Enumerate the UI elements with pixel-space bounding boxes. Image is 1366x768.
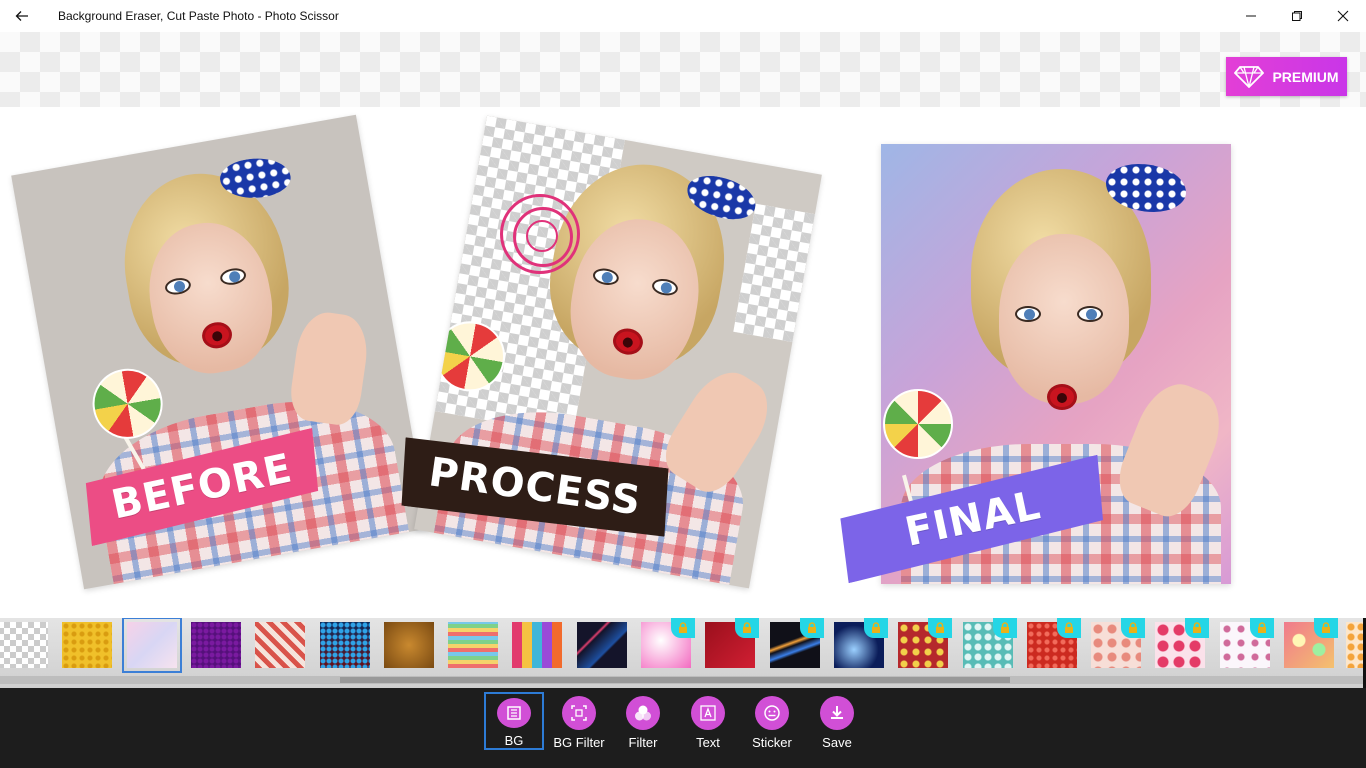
background-thumb-brown-texture[interactable] — [384, 622, 434, 668]
background-thumb-yellow-pattern[interactable] — [62, 622, 112, 668]
image-filter-icon — [562, 696, 596, 730]
toolbar-filter-button[interactable]: Filter — [613, 692, 673, 750]
transparency-checker — [0, 32, 1366, 107]
lock-icon — [993, 618, 1017, 638]
diamond-icon — [1234, 65, 1265, 88]
background-picker[interactable] — [0, 618, 1366, 688]
background-thumb-red-geometric[interactable] — [255, 622, 305, 668]
background-thumb-red-dots[interactable] — [1027, 618, 1081, 668]
background-thumb-color-pixels[interactable] — [512, 622, 562, 668]
preview-canvas: PREMIUM BEFORE PROCESS FINAL — [0, 32, 1366, 618]
premium-label: PREMIUM — [1272, 68, 1339, 85]
back-button[interactable] — [0, 0, 44, 32]
text-frame-icon — [691, 696, 725, 730]
lock-icon — [1185, 618, 1209, 638]
toolbar-label: Text — [696, 735, 720, 750]
background-thumb-pastel-watercolor[interactable] — [122, 618, 182, 673]
background-thumb-pink-light[interactable] — [641, 618, 695, 668]
scrollbar-thumb[interactable] — [340, 677, 1010, 683]
background-thumb-light-trails[interactable] — [770, 618, 824, 668]
download-icon — [820, 696, 854, 730]
smiley-icon — [755, 696, 789, 730]
bottom-toolbar: BG BG Filter Filter Text Sticker Save — [0, 688, 1366, 768]
minimize-icon — [1246, 15, 1256, 17]
title-bar: Background Eraser, Cut Paste Photo - Pho… — [0, 0, 1366, 32]
background-thumb-paisley[interactable] — [898, 618, 952, 668]
background-thumb-bokeh[interactable] — [1284, 618, 1338, 668]
background-thumb-transparent[interactable] — [0, 622, 48, 668]
app-window: Background Eraser, Cut Paste Photo - Pho… — [0, 0, 1366, 768]
toolbar-bg-button[interactable]: BG — [484, 692, 544, 750]
lock-icon — [1314, 618, 1338, 638]
toolbar-label: BG Filter — [553, 735, 605, 750]
restore-button[interactable] — [1274, 0, 1320, 32]
toolbar-text-button[interactable]: Text — [678, 692, 738, 750]
window-controls — [1228, 0, 1366, 32]
close-icon — [1337, 10, 1349, 22]
background-thumb-teal-pattern[interactable] — [963, 618, 1017, 668]
background-thumb-partial[interactable] — [1346, 622, 1364, 668]
toolbar-label: Sticker — [752, 735, 792, 750]
lock-icon — [864, 618, 888, 638]
lock-icon — [1250, 618, 1274, 638]
color-circles-icon — [626, 696, 660, 730]
arrow-left-icon — [15, 11, 28, 21]
background-thumb-dark-streaks[interactable] — [577, 622, 627, 668]
before-photo — [11, 114, 429, 590]
lock-icon — [735, 618, 759, 638]
toolbar-label: BG — [504, 733, 524, 748]
lock-icon — [800, 618, 824, 638]
background-thumb-pink-roses[interactable] — [1155, 618, 1209, 668]
eraser-brush-cursor — [500, 194, 580, 274]
close-button[interactable] — [1320, 0, 1366, 32]
model-figure — [11, 115, 429, 590]
lock-icon — [928, 618, 952, 638]
lock-icon — [1057, 618, 1081, 638]
toolbar-label: Filter — [628, 735, 658, 750]
toolbar-save-button[interactable]: Save — [807, 692, 867, 750]
background-thumb-rainbow-waves[interactable] — [448, 622, 498, 668]
background-thumb-red-velvet[interactable] — [705, 618, 759, 668]
background-thumb-lightning[interactable] — [834, 618, 888, 668]
toolbar-sticker-button[interactable]: Sticker — [742, 692, 802, 750]
minimize-button[interactable] — [1228, 0, 1274, 32]
background-thumb-purple[interactable] — [191, 622, 241, 668]
restore-icon — [1292, 11, 1302, 21]
background-thumb-peach-floral[interactable] — [1091, 618, 1145, 668]
premium-button[interactable]: PREMIUM — [1226, 57, 1347, 96]
background-thumb-white-floral[interactable] — [1220, 618, 1274, 668]
lock-icon — [1121, 618, 1145, 638]
layers-icon — [497, 698, 531, 728]
toolbar-bg-filter-button[interactable]: BG Filter — [549, 692, 609, 750]
lock-icon — [671, 618, 695, 638]
background-thumb-blue-halftone[interactable] — [320, 622, 370, 668]
toolbar-label: Save — [822, 735, 852, 750]
window-title: Background Eraser, Cut Paste Photo - Pho… — [58, 9, 339, 23]
